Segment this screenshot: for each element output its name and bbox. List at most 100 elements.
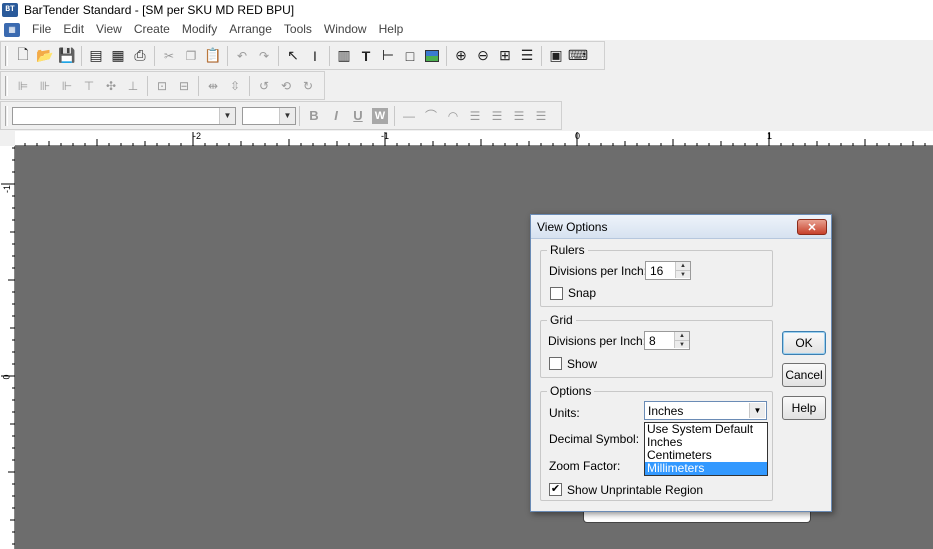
paste-icon[interactable]: 📋 <box>202 45 224 67</box>
pointer-icon[interactable]: ↖ <box>282 45 304 67</box>
menu-file[interactable]: File <box>26 19 57 40</box>
spin-up-icon[interactable]: ▲ <box>675 262 690 270</box>
copy-icon[interactable]: ❐ <box>180 45 202 67</box>
space-vertical-icon[interactable]: ⇳ <box>224 75 246 97</box>
bartender-window: B T BarTender Standard - [SM per SKU MD R… <box>0 0 933 549</box>
toolbar-grip[interactable] <box>5 45 8 66</box>
toolbar-grip[interactable] <box>5 75 8 96</box>
picture-tool-icon[interactable] <box>421 45 443 67</box>
chevron-down-icon[interactable]: ▼ <box>279 107 295 124</box>
document-icon[interactable]: ▦ <box>4 22 20 37</box>
ruler-label: 1 <box>767 131 773 141</box>
units-select[interactable]: Inches ▼ <box>644 401 767 420</box>
justify-left-icon[interactable]: ☰ <box>464 105 486 127</box>
units-label: Units: <box>549 406 580 420</box>
options-legend: Options <box>547 384 595 398</box>
underline-button[interactable]: U <box>347 105 369 127</box>
show-grid-checkbox[interactable] <box>549 357 562 370</box>
rectangle-tool-icon[interactable]: □ <box>399 45 421 67</box>
space-horizontal-icon[interactable]: ⇹ <box>202 75 224 97</box>
decimal-symbol-label: Decimal Symbol: <box>549 432 640 446</box>
justify-right-icon[interactable]: ☰ <box>508 105 530 127</box>
snap-checkbox[interactable] <box>550 287 563 300</box>
undo-icon[interactable]: ↶ <box>231 45 253 67</box>
redo-icon[interactable]: ↷ <box>253 45 275 67</box>
keyboard-icon[interactable]: ⌨ <box>567 45 589 67</box>
menu-view[interactable]: View <box>90 19 128 40</box>
new-file-icon[interactable]: 🗋 <box>12 45 34 67</box>
dialog-title-bar[interactable]: View Options <box>531 215 831 239</box>
cut-icon[interactable]: ✂ <box>158 45 180 67</box>
print-icon[interactable]: ⎙ <box>129 45 151 67</box>
align-middle-icon[interactable]: ✣ <box>100 75 122 97</box>
toolbar-separator <box>299 105 300 126</box>
save-icon[interactable]: 💾 <box>56 45 78 67</box>
open-folder-icon[interactable]: 📂 <box>34 45 56 67</box>
zoom-in-icon[interactable]: ⊕ <box>450 45 472 67</box>
vertical-ruler[interactable]: -1 0 <box>0 146 15 549</box>
unprintable-region-label: Show Unprintable Region <box>567 483 704 497</box>
rulers-divisions-stepper[interactable]: 16 ▲ ▼ <box>645 261 691 280</box>
bold-button[interactable]: B <box>303 105 325 127</box>
arc-up-icon[interactable]: ⌒ <box>420 105 442 127</box>
word-wrap-button[interactable]: W <box>372 107 388 124</box>
zoom-fit-icon[interactable]: ⊞ <box>494 45 516 67</box>
text-cursor-icon[interactable]: I <box>304 45 326 67</box>
zoom-page-icon[interactable]: ☰ <box>516 45 538 67</box>
menu-arrange[interactable]: Arrange <box>223 19 278 40</box>
cancel-button[interactable]: Cancel <box>782 363 826 387</box>
italic-button[interactable]: I <box>325 105 347 127</box>
spin-up-icon[interactable]: ▲ <box>674 332 689 340</box>
grid-divisions-stepper[interactable]: 8 ▲ ▼ <box>644 331 690 350</box>
align-right-icon[interactable]: ⊩ <box>56 75 78 97</box>
spin-down-icon[interactable]: ▼ <box>675 270 690 278</box>
menu-create[interactable]: Create <box>128 19 176 40</box>
ok-button[interactable]: OK <box>782 331 826 355</box>
chevron-down-icon[interactable]: ▼ <box>219 107 235 124</box>
font-name-select[interactable]: ▼ <box>12 106 236 125</box>
menu-help[interactable]: Help <box>373 19 410 40</box>
rulers-legend: Rulers <box>547 243 588 257</box>
menu-tools[interactable]: Tools <box>278 19 318 40</box>
barcode-icon[interactable]: ▥ <box>333 45 355 67</box>
center-vertical-icon[interactable]: ⊡ <box>151 75 173 97</box>
vertical-ruler-ticks <box>1 147 15 545</box>
window-title: BarTender Standard - [SM per SKU MD RED … <box>24 2 295 17</box>
straight-text-icon[interactable]: — <box>398 105 420 127</box>
spin-down-icon[interactable]: ▼ <box>674 340 689 348</box>
horizontal-ruler[interactable]: -2 -1 0 1 <box>15 131 933 146</box>
rotate-270-icon[interactable]: ↻ <box>297 75 319 97</box>
justify-center-icon[interactable]: ☰ <box>486 105 508 127</box>
unprintable-region-checkbox[interactable]: ✔ <box>549 483 562 496</box>
close-button[interactable]: ✕ <box>797 219 827 235</box>
menu-modify[interactable]: Modify <box>176 19 223 40</box>
align-bottom-icon[interactable]: ⊥ <box>122 75 144 97</box>
view-options-dialog: View Options ✕ Rulers Divisions per Inch… <box>530 214 832 512</box>
toolbar-separator <box>81 45 82 66</box>
center-horizontal-icon[interactable]: ⊟ <box>173 75 195 97</box>
arc-down-icon[interactable]: ◠ <box>442 105 464 127</box>
formatting-toolbar: ▼ ▼ B I U W — ⌒ ◠ ☰ ☰ ☰ ☰ <box>0 101 562 130</box>
page-setup-icon[interactable]: ▤ <box>85 45 107 67</box>
close-icon: ✕ <box>807 221 817 234</box>
rotate-90-icon[interactable]: ↺ <box>253 75 275 97</box>
align-left-icon[interactable]: ⊫ <box>12 75 34 97</box>
toolbar-grip[interactable] <box>5 105 8 126</box>
text-tool-icon[interactable]: T <box>355 45 377 67</box>
database-icon[interactable]: ▦ <box>107 45 129 67</box>
font-size-select[interactable]: ▼ <box>242 106 296 125</box>
line-tool-icon[interactable]: ⊢ <box>377 45 399 67</box>
justify-full-icon[interactable]: ☰ <box>530 105 552 127</box>
menu-edit[interactable]: Edit <box>57 19 90 40</box>
title-bar: BT BarTender Standard - [SM per SKU MD R… <box>0 0 933 19</box>
align-top-icon[interactable]: ⊤ <box>78 75 100 97</box>
menu-window[interactable]: Window <box>318 19 373 40</box>
help-button[interactable]: Help <box>782 396 826 420</box>
align-center-horizontal-icon[interactable]: ⊪ <box>34 75 56 97</box>
zoom-out-icon[interactable]: ⊖ <box>472 45 494 67</box>
snap-label: Snap <box>568 286 597 300</box>
units-option-millimeters[interactable]: Millimeters <box>645 462 767 475</box>
toolbox-icon[interactable]: ▣ <box>545 45 567 67</box>
chevron-down-icon[interactable]: ▼ <box>749 403 765 418</box>
rotate-180-icon[interactable]: ⟲ <box>275 75 297 97</box>
